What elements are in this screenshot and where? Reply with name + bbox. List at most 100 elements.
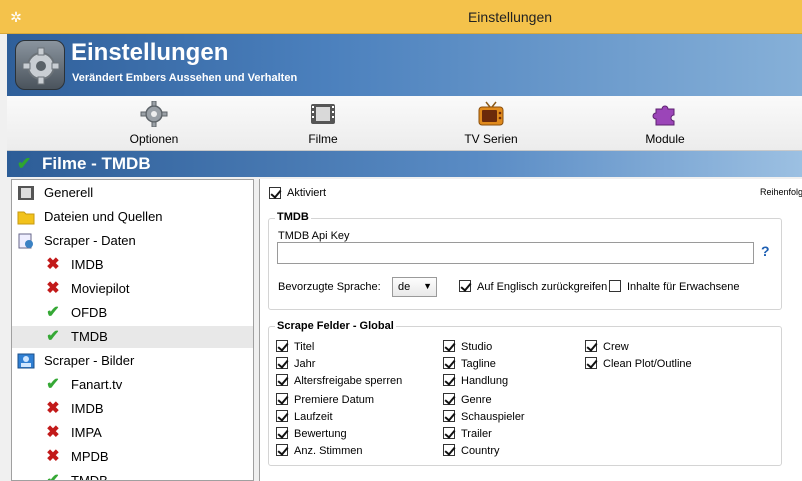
field-checkbox[interactable] (443, 374, 455, 386)
field-label: Titel (294, 341, 315, 353)
api-key-input[interactable] (277, 242, 754, 264)
field-checkbox[interactable] (443, 357, 455, 369)
field-label: Laufzeit (294, 411, 333, 423)
field-checkbox[interactable] (276, 393, 288, 405)
field-label: Schauspieler (461, 411, 525, 423)
tmdb-group-title: TMDB (275, 211, 311, 223)
tree-item-label: Scraper - Daten (44, 233, 136, 248)
field-label: Tagline (461, 358, 496, 370)
field-label: Altersfreigabe sperren (294, 375, 403, 387)
field-checkbox[interactable] (585, 357, 597, 369)
field-checkbox[interactable] (276, 427, 288, 439)
toolbar-button-optionen[interactable]: Optionen (99, 96, 209, 151)
toolbar-label: TV Serien (464, 132, 518, 146)
activated-checkbox[interactable] (269, 187, 281, 199)
tree-item-label: MPDB (71, 449, 109, 464)
toolbar-button-module[interactable]: Module (610, 96, 720, 151)
field-label: Anz. Stimmen (294, 445, 363, 457)
language-select[interactable]: de ▼ (392, 277, 437, 297)
field-label: Crew (603, 341, 629, 353)
scrape-fields-group-title: Scrape Felder - Global (275, 320, 396, 332)
tree-item-label: OFDB (71, 305, 108, 320)
toolbar-label: Module (645, 132, 685, 146)
tree-item-label: TMDB (71, 329, 108, 344)
gear-icon (140, 101, 168, 127)
green-check-icon: ✔ (17, 154, 32, 173)
tree-item-moviepilot[interactable]: ✖ Moviepilot (12, 278, 253, 300)
field-checkbox[interactable] (276, 340, 288, 352)
puzzle-icon (652, 105, 675, 126)
field-label: Handlung (461, 375, 509, 387)
film-icon (311, 104, 335, 124)
window-title: Einstellungen (467, 9, 553, 25)
folder-icon (17, 209, 35, 225)
tree-item-label: Generell (44, 185, 94, 200)
tree-item-tmdb-bilder[interactable]: ✔ TMDB (12, 470, 253, 481)
window-titlebar: ✲ Einstellungen (0, 0, 802, 34)
field-label: Trailer (461, 428, 492, 440)
field-checkbox[interactable] (276, 374, 288, 386)
tree-item-label: IMPA (71, 425, 102, 440)
field-label: Genre (461, 394, 492, 406)
red-x-icon: ✖ (46, 400, 60, 417)
order-label: Reihenfolg (760, 187, 802, 197)
tree-item-scraper-daten[interactable]: Scraper - Daten (12, 230, 253, 252)
tree-item-label: Scraper - Bilder (44, 353, 135, 368)
tree-item-imdb[interactable]: ✖ IMDB (12, 254, 253, 276)
fallback-english-checkbox[interactable] (459, 280, 471, 292)
field-checkbox[interactable] (443, 444, 455, 456)
field-label: Country (461, 445, 500, 457)
green-check-icon: ✔ (46, 472, 60, 481)
data-scraper-icon (17, 233, 35, 249)
field-checkbox[interactable] (443, 427, 455, 439)
toolbar-label: Optionen (129, 132, 179, 146)
tree-item-tmdb[interactable]: ✔ TMDB (12, 326, 253, 348)
tree-item-label: Moviepilot (71, 281, 130, 296)
field-checkbox[interactable] (443, 340, 455, 352)
green-check-icon: ✔ (46, 328, 60, 345)
tree-item-label: TMDB (71, 473, 108, 481)
tree-item-fanart[interactable]: ✔ Fanart.tv (12, 374, 253, 396)
main-toolbar: Optionen Filme TV Serien Module (7, 96, 802, 151)
tree-item-label: Dateien und Quellen (44, 209, 163, 224)
red-x-icon: ✖ (46, 424, 60, 441)
tree-item-imdb-bilder[interactable]: ✖ IMDB (12, 398, 253, 420)
activated-label: Aktiviert (287, 187, 327, 199)
tree-item-impa[interactable]: ✖ IMPA (12, 422, 253, 444)
language-label: Bevorzugte Sprache: (278, 281, 381, 293)
language-select-value: de (398, 281, 411, 293)
banner-subtitle: Verändert Embers Aussehen und Verhalten (72, 72, 298, 84)
chevron-down-icon: ▼ (423, 281, 432, 291)
settings-tree[interactable]: Generell Dateien und Quellen Scraper - D… (11, 179, 254, 481)
help-icon[interactable]: ? (761, 243, 770, 259)
field-checkbox[interactable] (585, 340, 597, 352)
banner-title: Einstellungen (71, 39, 229, 66)
toolbar-button-tv-serien[interactable]: TV Serien (436, 96, 546, 151)
field-label: Bewertung (294, 428, 347, 440)
tree-item-dateien[interactable]: Dateien und Quellen (12, 206, 253, 228)
field-checkbox[interactable] (443, 410, 455, 422)
section-title: Filme - TMDB (42, 154, 151, 173)
fallback-english-label: Auf Englisch zurückgreifen (477, 281, 608, 293)
toolbar-button-filme[interactable]: Filme (268, 96, 378, 151)
tree-item-ofdb[interactable]: ✔ OFDB (12, 302, 253, 324)
red-x-icon: ✖ (46, 448, 60, 465)
field-checkbox[interactable] (276, 410, 288, 422)
red-x-icon: ✖ (46, 280, 60, 297)
field-checkbox[interactable] (443, 393, 455, 405)
field-checkbox[interactable] (276, 444, 288, 456)
toolbar-label: Filme (308, 132, 338, 146)
tree-item-label: IMDB (71, 257, 104, 272)
header-banner: Einstellungen Verändert Embers Aussehen … (7, 34, 802, 96)
field-label: Studio (461, 341, 493, 353)
tree-item-generell[interactable]: Generell (12, 182, 253, 204)
adult-content-label: Inhalte für Erwachsene (627, 281, 740, 293)
tree-item-mpdb[interactable]: ✖ MPDB (12, 446, 253, 468)
field-checkbox[interactable] (276, 357, 288, 369)
field-label: Jahr (294, 358, 316, 370)
settings-app-icon (15, 40, 65, 90)
adult-content-checkbox[interactable] (609, 280, 621, 292)
tree-item-scraper-bilder[interactable]: Scraper - Bilder (12, 350, 253, 372)
green-check-icon: ✔ (46, 376, 60, 393)
field-label: Clean Plot/Outline (603, 358, 692, 370)
